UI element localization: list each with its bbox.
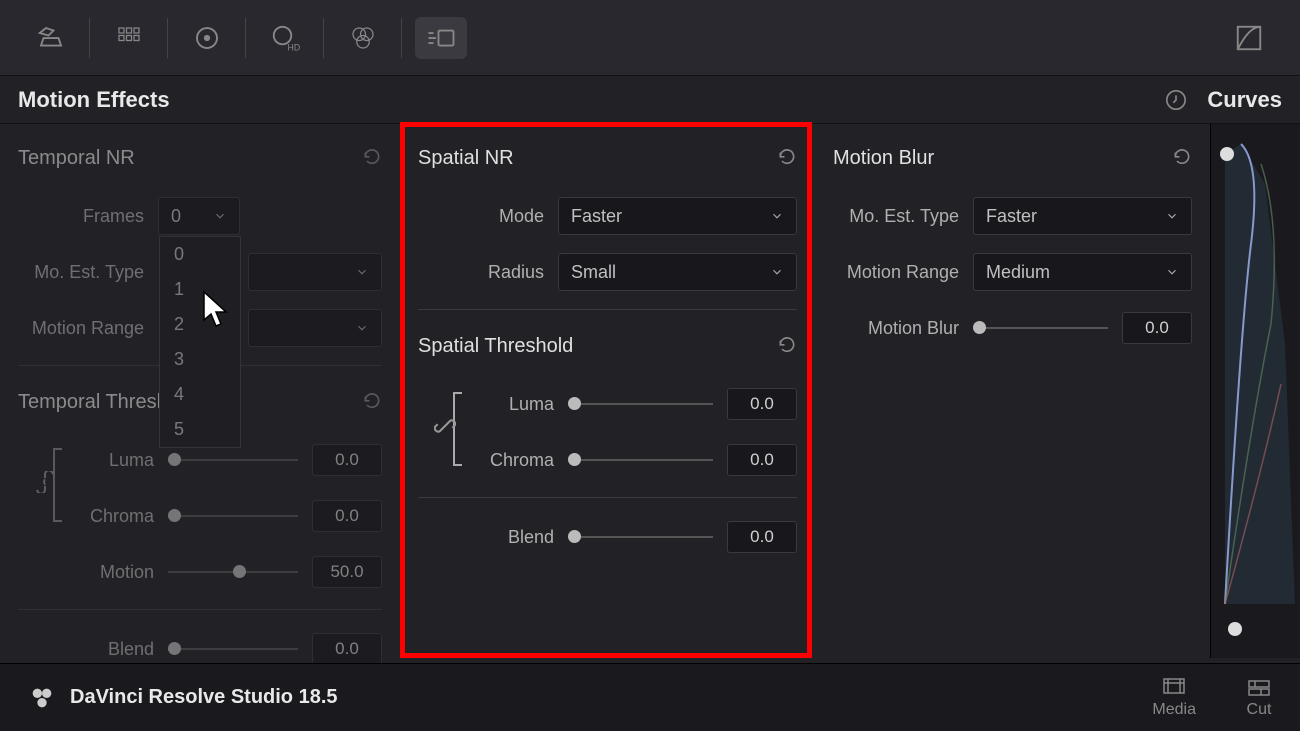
mo-est-type-select[interactable] [248,253,382,291]
frames-option-3[interactable]: 3 [160,342,240,377]
radius-label: Radius [418,262,558,283]
motion-blur-title: Motion Blur [833,147,934,170]
st-luma-value[interactable]: 0.0 [727,388,797,420]
tool-hdr[interactable]: HDR [246,0,324,76]
mb-mo-est-select[interactable]: Faster [973,197,1192,235]
davinci-logo-icon [28,684,56,712]
spatial-nr-reset[interactable] [777,146,797,171]
frames-option-2[interactable]: 2 [160,307,240,342]
page-tab-media[interactable]: Media [1152,677,1196,719]
motion-range-label: Motion Range [18,318,158,339]
st-blend-slider[interactable] [568,536,713,538]
tool-color-wheels[interactable] [168,0,246,76]
tool-rgb-mixer[interactable] [324,0,402,76]
panel-header: Motion Effects Curves [0,76,1300,124]
tt-motion-slider[interactable] [168,571,298,573]
tt-chroma-slider[interactable] [168,515,298,517]
app-brand: DaVinci Resolve Studio 18.5 [28,684,338,712]
tool-motion-effects[interactable] [402,0,480,76]
st-luma-label: Luma [458,394,568,415]
mode-select[interactable]: Faster [558,197,797,235]
st-chroma-label: Chroma [458,450,568,471]
effects-columns: Temporal NR Frames 0 0 1 2 3 4 5 [0,124,1300,658]
spatial-link-icon[interactable] [434,415,456,442]
frames-option-0[interactable]: 0 [160,237,240,272]
curves-graph [1211,124,1300,644]
bottom-bar: DaVinci Resolve Studio 18.5 Media Cut [0,663,1300,731]
frames-select[interactable]: 0 0 1 2 3 4 5 [158,197,240,235]
st-blend-label: Blend [458,527,568,548]
motion-range-select[interactable] [248,309,382,347]
tt-motion-value[interactable]: 50.0 [312,556,382,588]
app-name: DaVinci Resolve Studio 18.5 [70,686,338,709]
tt-chroma-label: Chroma [58,506,168,527]
mb-blur-slider[interactable] [973,327,1108,329]
mb-blur-value[interactable]: 0.0 [1122,312,1192,344]
tt-chroma-value[interactable]: 0.0 [312,500,382,532]
tool-camera-raw[interactable] [12,0,90,76]
curves-preview [1210,124,1300,658]
radius-select[interactable]: Small [558,253,797,291]
top-toolbar: HDR [0,0,1300,76]
tt-luma-value[interactable]: 0.0 [312,444,382,476]
frames-dropdown: 0 1 2 3 4 5 [159,236,241,448]
spatial-threshold-title: Spatial Threshold [418,335,573,358]
mode-label: Mode [418,206,558,227]
tt-blend-label: Blend [58,639,168,660]
mb-blur-label: Motion Blur [833,318,973,339]
tt-blend-slider[interactable] [168,648,298,650]
mb-mo-est-label: Mo. Est. Type [833,206,973,227]
svg-text:HDR: HDR [288,42,301,52]
mb-motion-range-select[interactable]: Medium [973,253,1192,291]
motion-blur-reset[interactable] [1172,146,1192,171]
tt-luma-slider[interactable] [168,459,298,461]
motion-blur-column: Motion Blur Mo. Est. Type Faster Motion … [815,124,1210,658]
temporal-nr-reset[interactable] [362,146,382,171]
temporal-threshold-reset[interactable] [362,390,382,415]
temporal-nr-column: Temporal NR Frames 0 0 1 2 3 4 5 [0,124,400,658]
tt-blend-value[interactable]: 0.0 [312,633,382,665]
panel-reset-button[interactable] [1163,87,1189,113]
tool-color-match[interactable] [90,0,168,76]
spatial-threshold-reset[interactable] [777,334,797,359]
frames-label: Frames [18,206,158,227]
spatial-nr-title: Spatial NR [418,147,514,170]
page-tab-cut[interactable]: Cut [1246,677,1272,719]
st-chroma-slider[interactable] [568,459,713,461]
frames-option-4[interactable]: 4 [160,377,240,412]
link-icon[interactable] [34,471,56,498]
tt-motion-label: Motion [58,562,168,583]
temporal-nr-title: Temporal NR [18,147,135,170]
tool-curves-page[interactable] [1210,0,1288,76]
curves-tab-label[interactable]: Curves [1207,87,1282,113]
st-blend-value[interactable]: 0.0 [727,521,797,553]
st-luma-slider[interactable] [568,403,713,405]
tt-luma-label: Luma [58,450,168,471]
st-chroma-value[interactable]: 0.0 [727,444,797,476]
spatial-nr-column: Spatial NR Mode Faster Radius Small Spat… [400,124,815,658]
mb-motion-range-label: Motion Range [833,262,973,283]
frames-option-5[interactable]: 5 [160,412,240,447]
mo-est-type-label: Mo. Est. Type [18,262,158,283]
panel-title: Motion Effects [18,87,170,113]
frames-option-1[interactable]: 1 [160,272,240,307]
